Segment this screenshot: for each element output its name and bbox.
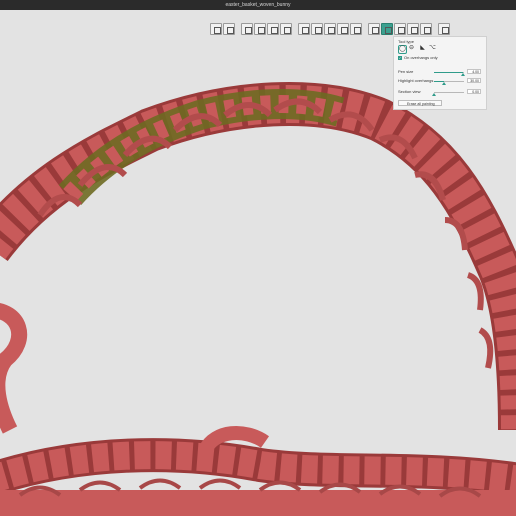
arrange-icon[interactable] xyxy=(241,23,253,35)
window-title: easter_basket_woven_bunny xyxy=(0,0,516,10)
pen-size-label: Pen size xyxy=(398,69,414,74)
section-view-thumb[interactable] xyxy=(432,93,436,96)
copy-icon[interactable] xyxy=(254,23,266,35)
pen-size-value[interactable]: 4.00 xyxy=(467,69,481,74)
section-view-value[interactable]: 0.00 xyxy=(467,89,481,94)
rotate-icon[interactable] xyxy=(337,23,349,35)
overhangs-only-checkbox[interactable]: ✓ xyxy=(398,56,402,60)
layers-icon[interactable] xyxy=(298,23,310,35)
pen-size-fill xyxy=(434,72,463,73)
gap-fill-icon[interactable]: ⌥ xyxy=(429,45,436,52)
pen-size-thumb[interactable] xyxy=(460,73,465,76)
overhangs-only-label: On overhangs only xyxy=(404,55,438,60)
place-on-face-icon[interactable] xyxy=(350,23,362,35)
highlight-overhangs-label: Highlight overhangs xyxy=(398,78,434,83)
tool-type-label: Tool type xyxy=(398,39,415,44)
erase-all-painting-button[interactable]: Erase all painting xyxy=(398,100,442,106)
erase-label: Erase all painting xyxy=(407,102,435,106)
text-icon[interactable] xyxy=(407,23,419,35)
paint-support-icon[interactable] xyxy=(381,23,393,35)
clone-icon[interactable] xyxy=(280,23,292,35)
delete-icon[interactable] xyxy=(223,23,235,35)
paste-icon[interactable] xyxy=(267,23,279,35)
circle-brush-icon[interactable]: ◯ xyxy=(398,45,407,54)
add-object-icon[interactable] xyxy=(210,23,222,35)
assembly-icon[interactable] xyxy=(438,23,450,35)
paint-support-panel: Tool type ◯ ⊖ ◣ ⌥ ✓ On overhangs only Pe… xyxy=(393,36,487,110)
main-toolbar xyxy=(210,22,450,36)
move-icon[interactable] xyxy=(311,23,323,35)
sphere-brush-icon[interactable]: ⊖ xyxy=(408,45,415,52)
scale-icon[interactable] xyxy=(324,23,336,35)
cut-icon[interactable] xyxy=(368,23,380,35)
section-view-label: Section view xyxy=(398,89,421,94)
highlight-overhangs-thumb[interactable] xyxy=(441,82,446,85)
seam-icon[interactable] xyxy=(394,23,406,35)
highlight-overhangs-value[interactable]: 30.00 xyxy=(467,78,481,83)
measure-icon[interactable] xyxy=(420,23,432,35)
section-view-slider[interactable] xyxy=(434,92,464,93)
fill-bucket-icon[interactable]: ◣ xyxy=(419,45,426,52)
